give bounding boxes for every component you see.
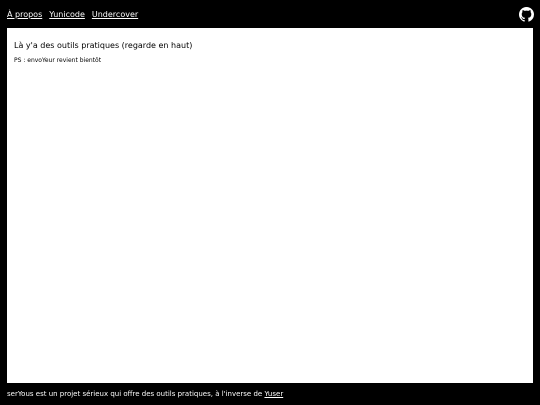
nav-link-a-propos[interactable]: À propos bbox=[7, 10, 42, 20]
main-heading: Là y'a des outils pratiques (regarde en … bbox=[14, 41, 193, 50]
github-icon bbox=[519, 7, 534, 22]
main-panel: Là y'a des outils pratiques (regarde en … bbox=[7, 28, 533, 383]
github-link[interactable] bbox=[519, 7, 534, 22]
nav-link-yunicode[interactable]: Yunicode bbox=[49, 10, 85, 20]
footer-link-yuser[interactable]: Yuser bbox=[264, 390, 283, 398]
nav-link-undercover[interactable]: Undercover bbox=[92, 10, 138, 20]
footer: serYous est un projet sérieux qui offre … bbox=[7, 390, 283, 399]
note-text: PS : envoYeur revient bientôt bbox=[14, 57, 102, 64]
nav-links: À propos Yunicode Undercover bbox=[7, 10, 138, 20]
page: À propos Yunicode Undercover Là y'a des … bbox=[0, 0, 540, 405]
footer-text: serYous est un projet sérieux qui offre … bbox=[7, 390, 265, 398]
top-nav: À propos Yunicode Undercover bbox=[0, 0, 540, 28]
